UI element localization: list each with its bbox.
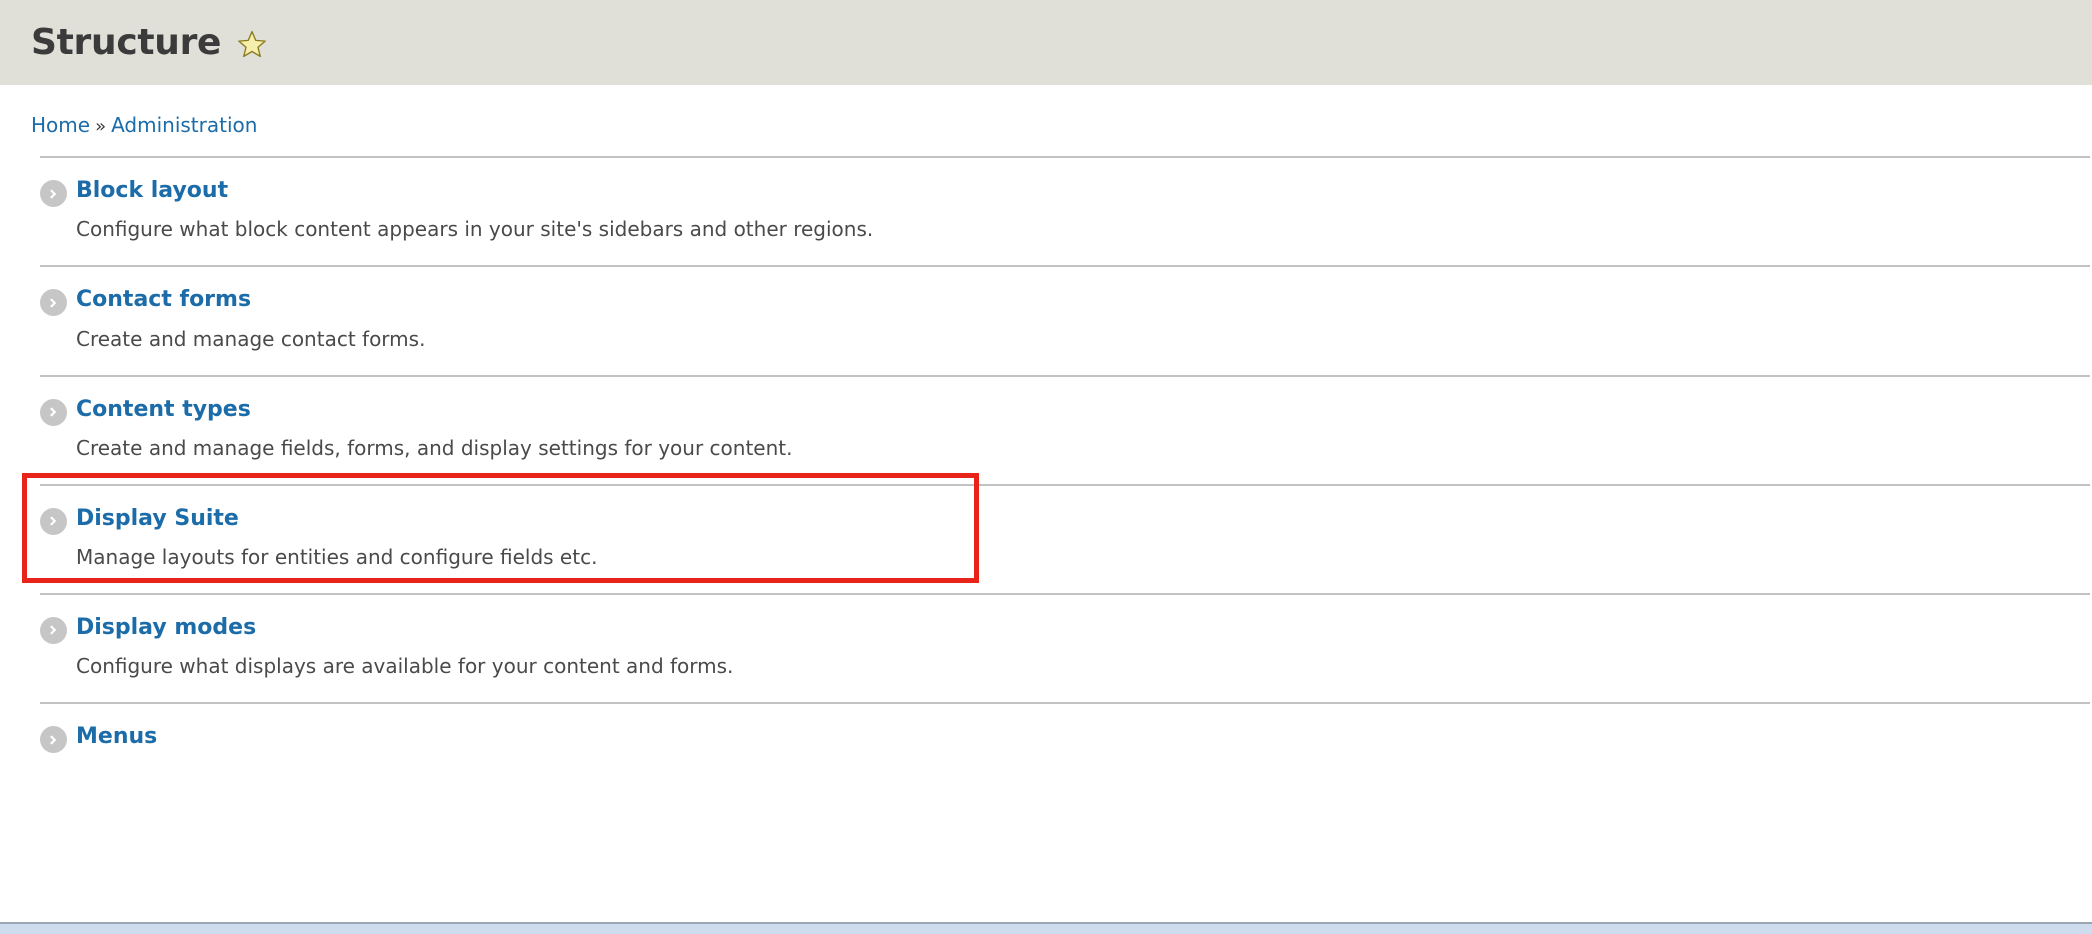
chevron-right-circle-icon: [40, 507, 67, 535]
admin-list-item-display-modes[interactable]: Display modes Configure what displays ar…: [0, 592, 2092, 702]
admin-desc-contact-forms: Create and manage contact forms.: [76, 326, 426, 351]
admin-link-display-modes[interactable]: Display modes: [76, 615, 256, 640]
page-title: Structure: [31, 21, 222, 63]
admin-link-block-layout[interactable]: Block layout: [76, 178, 228, 203]
chevron-right-circle-icon: [40, 616, 67, 644]
page-header: Structure: [0, 0, 2092, 85]
admin-desc-display-modes: Configure what displays are available fo…: [76, 654, 734, 679]
admin-link-content-types[interactable]: Content types: [76, 397, 251, 422]
admin-desc-block-layout: Configure what block content appears in …: [76, 217, 874, 242]
admin-link-contact-forms[interactable]: Contact forms: [76, 288, 251, 312]
admin-list-item-block-layout[interactable]: Block layout Configure what block conten…: [0, 156, 2092, 265]
chevron-right-circle-icon: [40, 726, 67, 754]
admin-block-list: Block layout Configure what block conten…: [0, 156, 2092, 762]
chevron-right-circle-icon: [40, 289, 67, 317]
bottom-status-bar: [0, 922, 2092, 934]
admin-desc-content-types: Create and manage fields, forms, and dis…: [76, 435, 793, 460]
admin-list-item-display-suite[interactable]: Display Suite Manage layouts for entitie…: [0, 483, 2092, 593]
breadcrumb-item-administration[interactable]: Administration: [111, 113, 257, 137]
chevron-right-circle-icon: [40, 398, 67, 426]
main-content: Home» Administration Block layout Configu…: [0, 85, 2092, 763]
star-icon[interactable]: [237, 30, 267, 59]
admin-desc-display-suite: Manage layouts for entities and configur…: [76, 544, 598, 569]
admin-link-menus[interactable]: Menus: [76, 724, 157, 749]
breadcrumb-separator: »: [95, 116, 107, 137]
admin-list-item-contact-forms[interactable]: Contact forms Create and manage contact …: [0, 265, 2092, 374]
breadcrumb-item-home[interactable]: Home: [31, 113, 90, 137]
admin-list-item-content-types[interactable]: Content types Create and manage fields, …: [0, 374, 2092, 484]
chevron-right-circle-icon: [40, 180, 67, 208]
admin-link-display-suite[interactable]: Display Suite: [76, 506, 239, 531]
breadcrumb: Home» Administration: [0, 85, 2092, 139]
admin-list-item-menus[interactable]: Menus: [0, 702, 2092, 762]
